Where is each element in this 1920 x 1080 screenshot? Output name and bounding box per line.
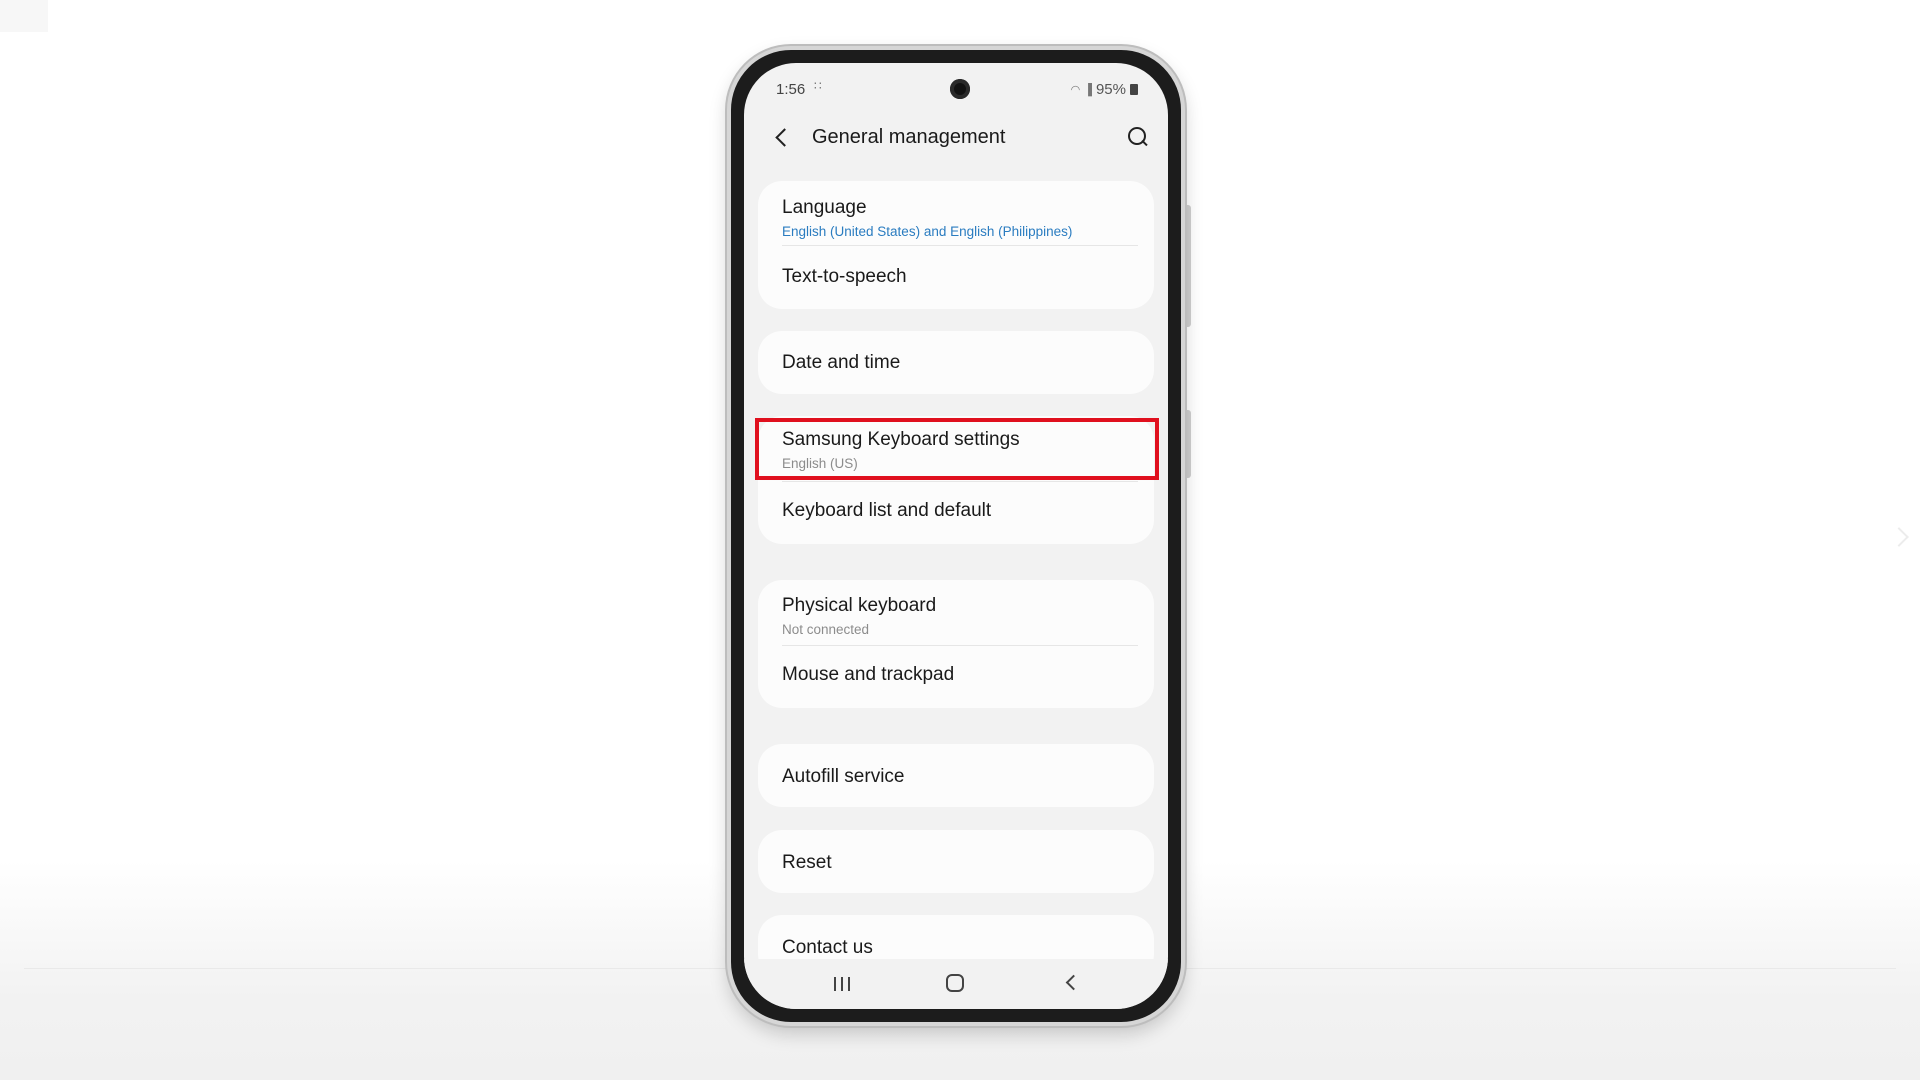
menu-item-sublabel: English (United States) and English (Phi…: [782, 224, 1073, 239]
page-title: General management: [812, 126, 1006, 148]
menu-item-sublabel: Not connected: [782, 622, 870, 637]
menu-item-physical-keyboard[interactable]: Physical keyboard Not connected: [758, 580, 1154, 645]
menu-item-mouse-and-trackpad[interactable]: Mouse and trackpad: [758, 646, 1154, 708]
menu-item-label: Samsung Keyboard settings: [782, 429, 1020, 450]
card-peripherals: Physical keyboard Not connected Mouse an…: [758, 580, 1154, 708]
menu-item-label: Autofill service: [782, 766, 905, 787]
menu-item-label: Keyboard list and default: [782, 500, 992, 521]
card-reset: Reset: [758, 830, 1154, 893]
card-autofill: Autofill service: [758, 744, 1154, 807]
menu-item-label: Date and time: [782, 352, 901, 373]
phone-frame: 1:56 ∷ ◠ ▐ 95% General management Langua…: [727, 46, 1185, 1026]
notification-dots: ∷: [814, 79, 823, 93]
card-keyboard: Samsung Keyboard settings English (US) K…: [758, 416, 1154, 544]
battery-icon: [1130, 84, 1138, 95]
menu-item-date-and-time[interactable]: Date and time: [758, 331, 1154, 394]
volume-button: [1186, 205, 1191, 327]
recents-icon[interactable]: [834, 977, 850, 991]
menu-item-text-to-speech[interactable]: Text-to-speech: [758, 246, 1154, 309]
menu-item-reset[interactable]: Reset: [758, 830, 1154, 893]
status-icons: ◠ ▐ 95%: [1071, 81, 1138, 98]
menu-item-label: Physical keyboard: [782, 595, 937, 616]
menu-item-sublabel: English (US): [782, 456, 858, 471]
menu-item-autofill-service[interactable]: Autofill service: [758, 744, 1154, 807]
home-icon[interactable]: [946, 974, 964, 992]
menu-item-label: Text-to-speech: [782, 266, 907, 287]
signal-icon: ▐: [1084, 83, 1092, 96]
wifi-icon: ◠: [1070, 84, 1081, 96]
status-time: 1:56: [776, 81, 806, 98]
nav-back-icon[interactable]: [1065, 974, 1082, 991]
next-arrow-icon[interactable]: [1889, 527, 1909, 547]
back-icon[interactable]: [768, 123, 796, 151]
menu-item-label: Reset: [782, 852, 832, 873]
battery-percent: 95%: [1095, 81, 1126, 98]
menu-item-label: Contact us: [782, 937, 873, 958]
menu-item-samsung-keyboard-settings[interactable]: Samsung Keyboard settings English (US): [758, 416, 1154, 481]
card-language: Language English (United States) and Eng…: [758, 181, 1154, 309]
power-button: [1186, 410, 1191, 478]
corner-tab: [0, 0, 48, 32]
card-date-time: Date and time: [758, 331, 1154, 394]
menu-item-label: Language: [782, 197, 867, 218]
app-bar: General management: [744, 109, 1168, 165]
menu-item-language[interactable]: Language English (United States) and Eng…: [758, 181, 1154, 245]
phone-screen: 1:56 ∷ ◠ ▐ 95% General management Langua…: [744, 63, 1168, 1009]
status-bar: 1:56 ∷ ◠ ▐ 95%: [744, 63, 1168, 109]
menu-item-label: Mouse and trackpad: [782, 664, 955, 685]
navigation-bar: [744, 959, 1168, 1009]
front-camera: [950, 79, 970, 99]
search-icon[interactable]: [1122, 121, 1152, 151]
menu-item-keyboard-list[interactable]: Keyboard list and default: [758, 482, 1154, 544]
